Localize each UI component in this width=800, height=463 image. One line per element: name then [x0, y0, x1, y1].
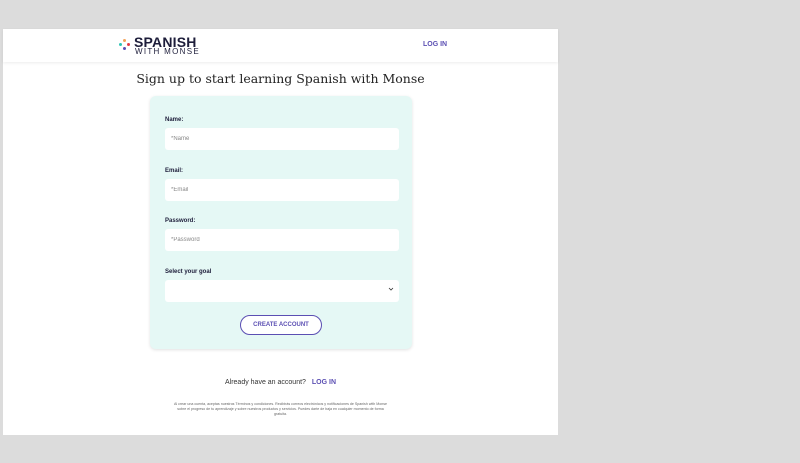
- email-input[interactable]: [165, 179, 399, 201]
- create-account-button[interactable]: CREATE ACCOUNT: [240, 315, 322, 335]
- password-label: Password:: [165, 218, 196, 224]
- password-input[interactable]: [165, 229, 399, 251]
- goal-select[interactable]: [165, 280, 399, 302]
- chevron-down-icon: [388, 287, 394, 291]
- goal-label: Select your goal: [165, 269, 212, 275]
- email-label: Email:: [165, 168, 184, 174]
- name-input[interactable]: [165, 128, 399, 150]
- logo-dots-icon: [119, 38, 131, 52]
- footer-login-link[interactable]: LOG IN: [312, 379, 336, 386]
- already-account-line: Already have an account? LOG IN: [3, 379, 558, 386]
- terms-text: Al crear una cuenta, aceptas nuestros Té…: [173, 402, 388, 416]
- header: SPANISH WITH MONSE LOG IN: [3, 29, 558, 62]
- name-label: Name:: [165, 117, 184, 123]
- header-login-link[interactable]: LOG IN: [423, 41, 447, 48]
- page-title: Sign up to start learning Spanish with M…: [136, 71, 425, 86]
- signup-page: SPANISH WITH MONSE LOG IN Sign up to sta…: [3, 29, 558, 435]
- signup-form: Name: Email: Password: Select your goal …: [150, 96, 412, 349]
- already-account-text: Already have an account?: [224, 379, 306, 386]
- logo-subtitle: WITH MONSE: [135, 47, 200, 56]
